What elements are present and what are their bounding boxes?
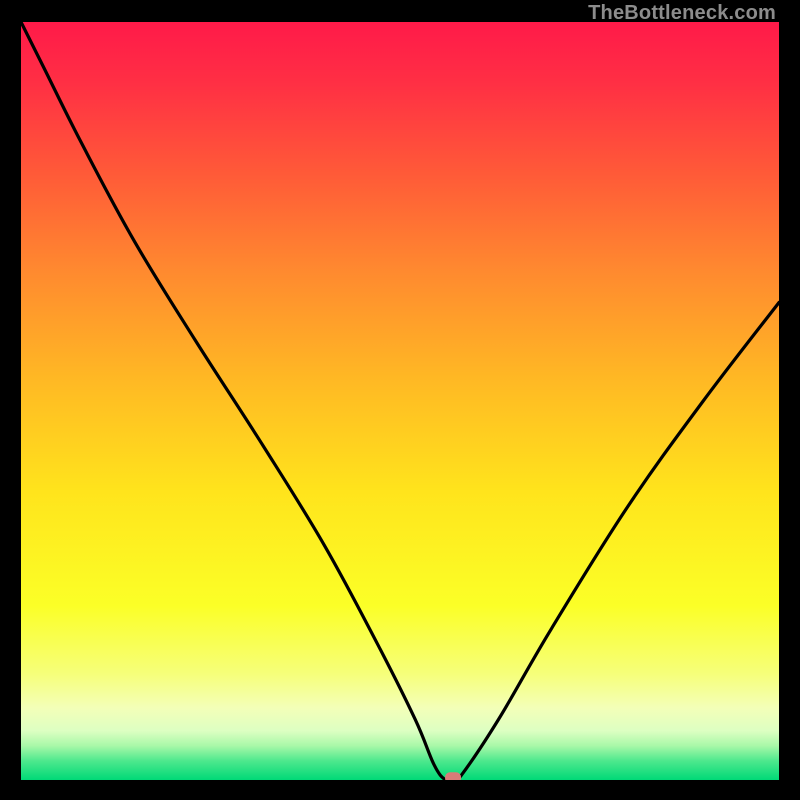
optimal-point-marker	[445, 772, 461, 780]
gradient-background	[21, 22, 779, 780]
chart-frame	[21, 22, 779, 780]
watermark-text: TheBottleneck.com	[588, 2, 776, 25]
bottleneck-chart	[21, 22, 779, 780]
